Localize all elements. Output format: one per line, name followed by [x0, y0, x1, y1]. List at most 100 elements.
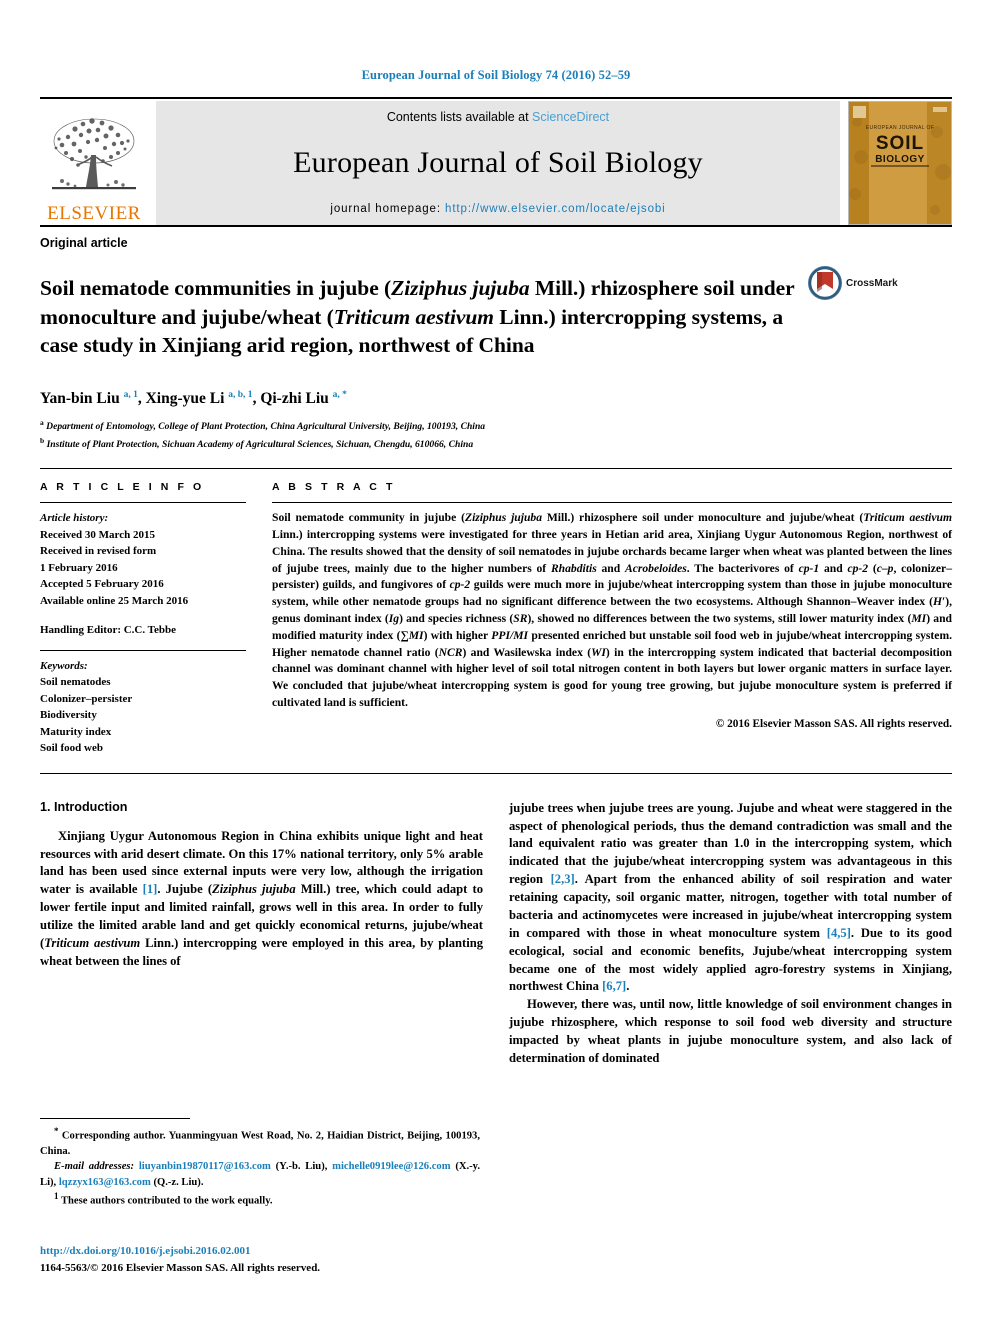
- crossmark-icon: [808, 266, 842, 300]
- journal-masthead: ELSEVIER Contents lists available at Sci…: [40, 97, 952, 225]
- affiliation-a-mark: a: [40, 418, 44, 428]
- citation-4-5[interactable]: [4,5]: [827, 926, 851, 940]
- title-divider: [40, 225, 952, 236]
- affiliation-a-text: Department of Entomology, College of Pla…: [46, 421, 486, 433]
- elsevier-wordmark: ELSEVIER: [47, 203, 141, 224]
- keyword-1: Soil nematodes: [40, 676, 111, 689]
- abstract-copyright: © 2016 Elsevier Masson SAS. All rights r…: [715, 717, 952, 730]
- keywords-rule: [40, 649, 246, 651]
- journal-homepage-line: journal homepage: http://www.elsevier.co…: [330, 203, 665, 215]
- info-abstract-block: A R T I C L E I N F O Article history: R…: [40, 468, 952, 757]
- history-item-revised-date: 1 February 2016: [40, 561, 118, 574]
- author-3-name: Qi-zhi Liu: [260, 390, 329, 408]
- history-item-revised-form: Received in revised form: [40, 545, 157, 558]
- email-owner-3: (Q.-z. Liu): [153, 1176, 201, 1188]
- affiliation-b-mark: b: [40, 436, 45, 446]
- footnote-emails: E-mail addresses: liuyanbin19870117@163.…: [40, 1161, 481, 1188]
- page-title: Soil nematode communities in jujube (Ziz…: [40, 276, 795, 358]
- elsevier-logo: ELSEVIER: [40, 101, 148, 225]
- affiliation-b: b Institute of Plant Protection, Sichuan…: [40, 435, 952, 453]
- author-1: Yan-bin Liu a, 1: [40, 390, 138, 407]
- author-1-name: Yan-bin Liu: [40, 390, 120, 408]
- contents-prefix-text: Contents lists available at: [386, 110, 533, 124]
- author-3-sup: a, *: [332, 389, 347, 400]
- citation-6-7[interactable]: [6,7]: [602, 979, 626, 993]
- title-row: Soil nematode communities in jujube (Ziz…: [40, 260, 952, 374]
- body-columns: 1. Introduction Xinjiang Uygur Autonomou…: [40, 800, 952, 1068]
- contents-available-line: Contents lists available at ScienceDirec…: [387, 110, 609, 124]
- email-link-3[interactable]: lqzzyx163@163.com: [59, 1177, 151, 1188]
- email-link-1[interactable]: liuyanbin19870117@163.com: [139, 1161, 271, 1172]
- author-2-name: Xing-yue Li: [145, 390, 225, 408]
- article-info-rule: [40, 502, 246, 504]
- footnote-area: * Corresponding author. Yuanmingyuan Wes…: [40, 1118, 480, 1209]
- article-history-label: Article history:: [40, 512, 109, 525]
- keyword-5: Soil food web: [40, 742, 103, 755]
- doi-block: http://dx.doi.org/10.1016/j.ejsobi.2016.…: [40, 1243, 480, 1276]
- abstract-rule: [272, 502, 952, 504]
- journal-title: European Journal of Soil Biology: [293, 145, 703, 179]
- homepage-prefix-text: journal homepage:: [330, 203, 446, 215]
- intro-paragraph-right-2: However, there was, until now, little kn…: [509, 997, 952, 1065]
- journal-cover-art: EUROPEAN JOURNAL OF SOIL BIOLOGY: [849, 102, 951, 224]
- history-item-online: Available online 25 March 2016: [40, 594, 189, 607]
- footnote-corresponding-text: Corresponding author. Yuanmingyuan West …: [40, 1130, 480, 1157]
- footnote-equal-contribution: 1 These authors contributed to the work …: [40, 1190, 480, 1209]
- body-divider: [40, 772, 952, 774]
- elsevier-tree-icon: [52, 118, 136, 190]
- author-2: Xing-yue Li a, b, 1: [146, 390, 253, 407]
- author-3: Qi-zhi Liu a, *: [260, 390, 347, 407]
- footnote-one-mark: 1: [54, 1190, 59, 1201]
- sciencedirect-link[interactable]: ScienceDirect: [532, 110, 609, 124]
- journal-homepage-link[interactable]: http://www.elsevier.com/locate/ejsobi: [445, 203, 666, 215]
- footnote-equal-contribution-text: These authors contributed to the work eq…: [60, 1195, 273, 1207]
- issn-copyright-line: 1164-5563/© 2016 Elsevier Masson SAS. Al…: [40, 1261, 321, 1274]
- article-info-heading: A R T I C L E I N F O: [40, 481, 205, 494]
- footnote-divider: [40, 1118, 190, 1119]
- article-type-label: Original article: [40, 236, 128, 250]
- footnote-star-mark: *: [54, 1126, 59, 1136]
- email-owner-1: (Y.-b. Liu): [275, 1161, 325, 1173]
- paper-page: European Journal of Soil Biology 74 (201…: [0, 0, 992, 1323]
- body-left-column: 1. Introduction Xinjiang Uygur Autonomou…: [40, 800, 483, 1068]
- citation-2-3[interactable]: [2,3]: [551, 872, 575, 886]
- doi-link[interactable]: http://dx.doi.org/10.1016/j.ejsobi.2016.…: [40, 1243, 480, 1260]
- email-addresses-label: E-mail addresses:: [54, 1161, 135, 1173]
- history-item-accepted: Accepted 5 February 2016: [40, 578, 164, 591]
- keywords-list: Keywords: Soil nematodes Colonizer–persi…: [40, 658, 246, 757]
- running-head: European Journal of Soil Biology 74 (201…: [361, 68, 631, 82]
- citation-1[interactable]: [1]: [143, 882, 158, 896]
- email-link-2[interactable]: michelle0919lee@126.com: [332, 1161, 450, 1172]
- svg-text:SOIL: SOIL: [876, 133, 924, 154]
- author-1-sup: a, 1: [123, 389, 138, 400]
- abstract-column: A B S T R A C T Soil nematode community …: [272, 481, 952, 757]
- affiliation-a: a Department of Entomology, College of P…: [40, 417, 952, 435]
- article-info-column: A R T I C L E I N F O Article history: R…: [40, 481, 272, 757]
- intro-paragraph-right-1: jujube trees when jujube trees are young…: [509, 800, 952, 994]
- abstract-heading: A B S T R A C T: [272, 481, 396, 494]
- section-heading-introduction: 1. Introduction: [40, 799, 128, 814]
- history-spacer: [40, 609, 246, 622]
- author-list: Yan-bin Liu a, 1, Xing-yue Li a, b, 1, Q…: [40, 389, 347, 408]
- affiliation-b-text: Institute of Plant Protection, Sichuan A…: [46, 439, 474, 451]
- crossmark-badge[interactable]: CrossMark: [808, 266, 898, 300]
- history-item-received: Received 30 March 2015: [40, 528, 155, 541]
- intro-paragraph-left: Xinjiang Uygur Autonomous Region in Chin…: [40, 828, 484, 968]
- body-right-column: jujube trees when jujube trees are young…: [509, 800, 952, 1068]
- journal-cover-thumbnail: EUROPEAN JOURNAL OF SOIL BIOLOGY: [848, 101, 952, 225]
- svg-text:EUROPEAN JOURNAL OF: EUROPEAN JOURNAL OF: [866, 125, 935, 131]
- abstract-body: Soil nematode community in jujube (Zizip…: [272, 511, 953, 709]
- keywords-block: Keywords: Soil nematodes Colonizer–persi…: [40, 649, 246, 757]
- keyword-4: Maturity index: [40, 725, 112, 738]
- handling-editor: Handling Editor: C.C. Tebbe: [40, 624, 177, 637]
- article-history: Article history: Received 30 March 2015 …: [40, 510, 246, 639]
- affiliation-list: a Department of Entomology, College of P…: [40, 417, 952, 453]
- keyword-3: Biodiversity: [40, 709, 97, 722]
- keyword-2: Colonizer–persister: [40, 692, 133, 705]
- keywords-label: Keywords:: [40, 659, 88, 672]
- crossmark-label: CrossMark: [846, 277, 898, 289]
- svg-text:BIOLOGY: BIOLOGY: [875, 154, 925, 165]
- author-2-sup: a, b, 1: [228, 389, 253, 400]
- journal-banner: Contents lists available at ScienceDirec…: [156, 101, 840, 225]
- footnote-corresponding-author: * Corresponding author. Yuanmingyuan Wes…: [40, 1125, 480, 1159]
